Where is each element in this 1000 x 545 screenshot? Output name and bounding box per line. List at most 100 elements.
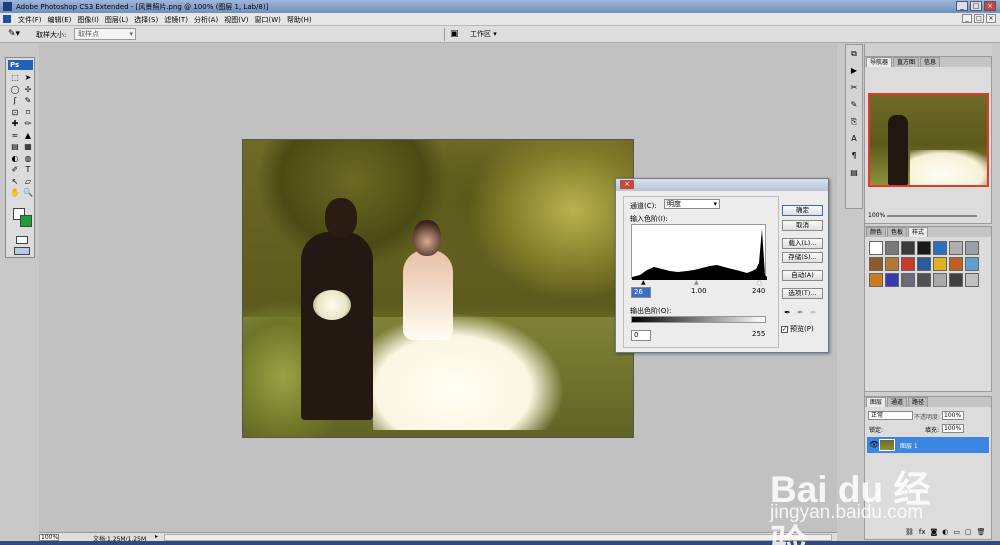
tab-swatches[interactable]: 色板 bbox=[887, 227, 908, 237]
path-selection-tool-icon[interactable]: ↖ bbox=[9, 176, 21, 188]
tool-presets-icon[interactable]: ✂ bbox=[848, 82, 860, 93]
sample-size-select[interactable]: 取样点 bbox=[74, 28, 136, 40]
workspace-menu[interactable]: 工作区 ▾ bbox=[470, 29, 497, 39]
doc-minimize-button[interactable]: _ bbox=[962, 14, 972, 23]
tab-color[interactable]: 颜色 bbox=[866, 227, 887, 237]
output-gradient[interactable] bbox=[631, 316, 766, 323]
channel-select[interactable]: 明度 bbox=[664, 199, 720, 209]
marquee-tool-icon[interactable]: ⬚ bbox=[9, 72, 21, 84]
white-eyedropper-icon[interactable]: ✒ bbox=[810, 308, 818, 318]
new-layer-icon[interactable]: ▢ bbox=[965, 528, 972, 536]
blur-tool-icon[interactable]: ▤ bbox=[9, 141, 21, 153]
clone-stamp-tool-icon[interactable]: ✚ bbox=[9, 118, 21, 130]
auto-button[interactable]: 自动(A) bbox=[782, 270, 823, 281]
navigator-zoom-slider[interactable] bbox=[887, 215, 977, 217]
menu-edit[interactable]: 编辑(E) bbox=[48, 15, 72, 25]
document-image[interactable] bbox=[242, 139, 634, 438]
lasso-tool-icon[interactable]: ◯ bbox=[9, 84, 21, 96]
move-tool-icon[interactable]: ➤ bbox=[22, 72, 34, 84]
cancel-button[interactable]: 取消 bbox=[782, 220, 823, 231]
layer-comps-icon[interactable]: ▤ bbox=[848, 167, 860, 178]
doc-restore-button[interactable]: □ bbox=[974, 14, 984, 23]
input-gamma-field[interactable]: 1.00 bbox=[689, 287, 709, 298]
quick-mask-icon[interactable] bbox=[16, 236, 28, 244]
minimize-button[interactable]: _ bbox=[956, 1, 968, 11]
black-point-slider[interactable]: ▲ bbox=[641, 280, 646, 286]
preview-checkbox-row[interactable]: ✓ 预览(P) bbox=[781, 324, 814, 334]
style-swatch[interactable] bbox=[965, 257, 979, 271]
hand-tool-icon[interactable]: ✋ bbox=[9, 187, 21, 199]
style-swatch[interactable] bbox=[917, 273, 931, 287]
history-panel-icon[interactable]: ⧉ bbox=[848, 48, 860, 59]
style-swatch[interactable] bbox=[901, 241, 915, 255]
menu-window[interactable]: 窗口(W) bbox=[254, 15, 280, 25]
black-eyedropper-icon[interactable]: ✒ bbox=[784, 308, 792, 318]
opacity-field[interactable]: 100% bbox=[942, 411, 964, 420]
input-sliders[interactable]: ▲ ▲ ▲ bbox=[631, 280, 766, 286]
style-swatch[interactable] bbox=[901, 273, 915, 287]
style-swatch[interactable] bbox=[965, 273, 979, 287]
zoom-tool-icon[interactable]: 🔍 bbox=[22, 187, 34, 199]
character-panel-icon[interactable]: A bbox=[848, 133, 860, 144]
navigator-thumbnail[interactable] bbox=[868, 93, 989, 187]
tab-paths[interactable]: 路径 bbox=[908, 397, 929, 407]
menu-image[interactable]: 图像(I) bbox=[77, 15, 99, 25]
history-brush-tool-icon[interactable]: ✏ bbox=[22, 118, 34, 130]
navigator-zoom-value[interactable]: 100% bbox=[868, 212, 885, 219]
app-icon[interactable] bbox=[3, 15, 11, 23]
tab-navigator[interactable]: 导航器 bbox=[866, 57, 893, 67]
style-swatch[interactable] bbox=[869, 273, 883, 287]
actions-panel-icon[interactable]: ▶ bbox=[848, 65, 860, 76]
close-button[interactable]: × bbox=[984, 1, 996, 11]
gray-eyedropper-icon[interactable]: ✒ bbox=[797, 308, 805, 318]
style-swatch[interactable] bbox=[949, 273, 963, 287]
layer-name[interactable]: 图层 1 bbox=[900, 441, 918, 450]
tab-histogram[interactable]: 直方图 bbox=[893, 57, 920, 67]
crop-tool-icon[interactable]: ʃ bbox=[9, 95, 21, 107]
menu-help[interactable]: 帮助(H) bbox=[287, 15, 312, 25]
clone-source-icon[interactable]: ⎘ bbox=[848, 116, 860, 127]
menu-analysis[interactable]: 分析(A) bbox=[194, 15, 218, 25]
load-button[interactable]: 载入(L)... bbox=[782, 238, 823, 249]
magic-wand-tool-icon[interactable]: ✢ bbox=[22, 84, 34, 96]
style-swatch[interactable] bbox=[885, 257, 899, 271]
white-point-slider[interactable]: ▲ bbox=[757, 280, 762, 286]
brushes-panel-icon[interactable]: ✎ bbox=[848, 99, 860, 110]
dodge-tool-icon[interactable]: ▦ bbox=[22, 141, 34, 153]
eyedropper-tool-icon[interactable]: ✎▾ bbox=[8, 29, 24, 40]
healing-brush-tool-icon[interactable]: ⊡ bbox=[9, 107, 21, 119]
menu-layer[interactable]: 图层(L) bbox=[105, 15, 128, 25]
sponge-tool-icon[interactable]: ◍ bbox=[22, 153, 34, 165]
style-swatch[interactable] bbox=[917, 241, 931, 255]
options-button[interactable]: 选项(T)... bbox=[782, 288, 823, 299]
new-group-icon[interactable]: ▭ bbox=[953, 528, 960, 536]
style-swatch[interactable] bbox=[901, 257, 915, 271]
visibility-eye-icon[interactable]: 👁 bbox=[869, 440, 879, 449]
pen-tool-icon[interactable]: ◐ bbox=[9, 153, 21, 165]
style-swatch[interactable] bbox=[869, 241, 883, 255]
gradient-tool-icon[interactable]: ▲ bbox=[22, 130, 34, 142]
delete-layer-icon[interactable]: 🗑 bbox=[977, 528, 986, 536]
status-zoom-field[interactable]: 100% bbox=[39, 534, 59, 541]
maximize-button[interactable]: □ bbox=[970, 1, 982, 11]
menu-file[interactable]: 文件(F) bbox=[18, 15, 42, 25]
type-tool-icon[interactable]: T bbox=[22, 164, 34, 176]
style-swatch[interactable] bbox=[869, 257, 883, 271]
style-swatch[interactable] bbox=[933, 273, 947, 287]
background-color-swatch[interactable] bbox=[20, 215, 32, 227]
tab-info[interactable]: 信息 bbox=[920, 57, 941, 67]
tab-layers[interactable]: 图层 bbox=[866, 397, 887, 407]
style-swatch[interactable] bbox=[917, 257, 931, 271]
style-swatch[interactable] bbox=[949, 257, 963, 271]
paragraph-panel-icon[interactable]: ¶ bbox=[848, 150, 860, 161]
horizontal-scrollbar[interactable] bbox=[164, 534, 832, 541]
dialog-close-button[interactable]: × bbox=[620, 180, 634, 189]
style-swatch[interactable] bbox=[949, 241, 963, 255]
output-black-field[interactable]: 0 bbox=[631, 330, 651, 341]
style-swatch[interactable] bbox=[885, 273, 899, 287]
preview-checkbox[interactable]: ✓ bbox=[781, 325, 788, 333]
screen-mode-icon[interactable] bbox=[14, 247, 30, 255]
blend-mode-select[interactable]: 正常 bbox=[868, 411, 913, 420]
style-swatch[interactable] bbox=[965, 241, 979, 255]
ok-button[interactable]: 确定 bbox=[782, 205, 823, 216]
